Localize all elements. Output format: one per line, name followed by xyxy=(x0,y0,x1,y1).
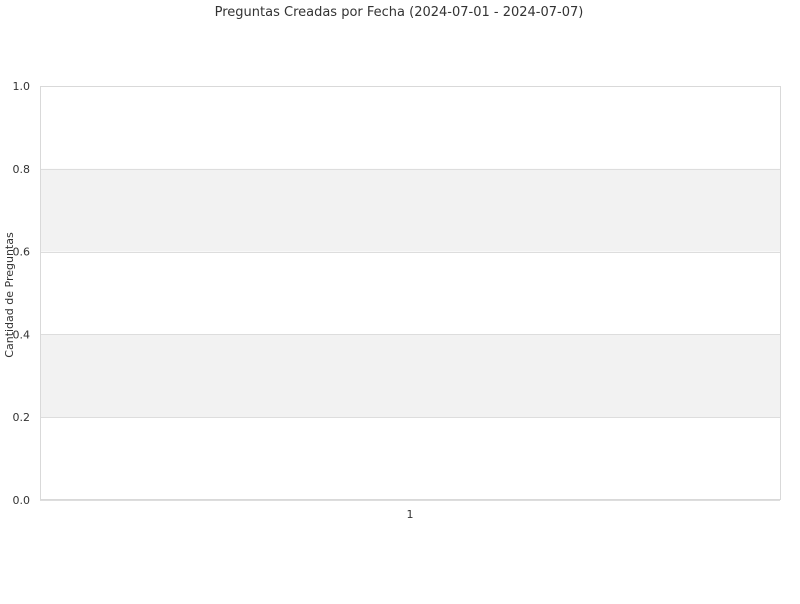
background-bands xyxy=(40,168,780,418)
y-tick-label: 0.0 xyxy=(13,494,31,507)
x-tick-label: 1 xyxy=(407,508,414,521)
gridlines xyxy=(40,86,780,501)
background-band xyxy=(40,334,780,418)
y-axis-label: Cantidad de Preguntas xyxy=(3,232,16,358)
bar-chart: 0.00.20.40.60.81.0 1 Preguntas Creadas p… xyxy=(3,5,781,521)
plot-area-border xyxy=(40,86,781,500)
chart-title: Preguntas Creadas por Fecha (2024-07-01 … xyxy=(215,5,584,20)
chart-container: 0.0 0.2 0.4 0.6 0.8 1.0 1 Preguntas Creadas p… xyxy=(0,0,800,600)
x-axis-ticks: 1 xyxy=(407,508,414,521)
y-tick-label: 0.8 xyxy=(13,163,31,176)
y-tick-label: 1.0 xyxy=(13,80,31,93)
background-band xyxy=(40,168,780,252)
y-tick-label: 0.2 xyxy=(13,411,31,424)
